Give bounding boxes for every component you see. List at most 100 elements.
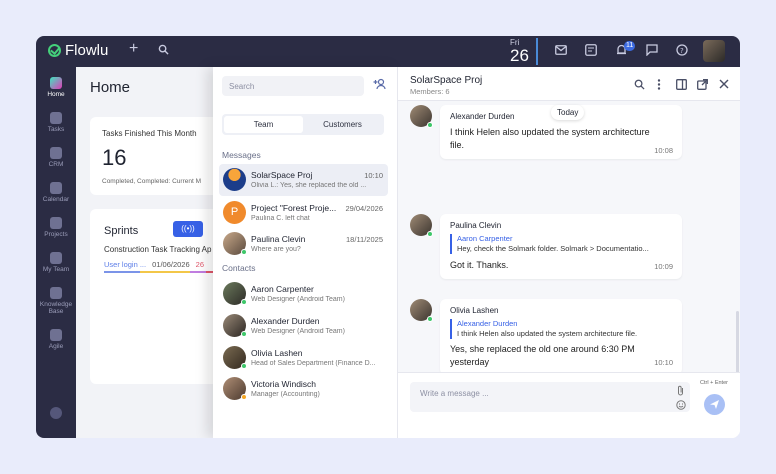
contact-role: Web Designer (Android Team) [251,328,345,335]
date-widget[interactable]: Fri 26 [510,38,529,64]
sidebar-item-label: Projects [44,231,68,238]
app-window: Flowlu + Fri 26 11 ? Home Tasks CRM Cale… [36,36,740,438]
sidebar-item-home[interactable]: Home [36,77,76,98]
chat-search-input[interactable]: Search [222,76,364,96]
author-avatar[interactable] [410,105,433,128]
conversation-title[interactable]: SolarSpace Proj [410,75,482,86]
message-bubble[interactable]: Olivia Lashen Alexander Durden I think H… [440,299,682,375]
message-time: 10:09 [654,262,673,271]
send-button[interactable] [704,394,725,415]
contact-item[interactable]: Aaron Carpenter Web Designer (Android Te… [219,278,388,310]
agile-icon [50,329,62,341]
chat-name: SolarSpace Proj [251,170,313,180]
sidebar-item-knowledge-base[interactable]: Knowledge Base [36,287,76,315]
sidebar-item-label: Home [47,91,65,98]
attach-icon[interactable] [677,385,684,398]
search-icon[interactable] [634,79,645,93]
sprint-name[interactable]: Construction Task Tracking Ap [104,245,211,254]
chat-name: Paulina Clevin [251,234,306,244]
side-panel-icon[interactable] [676,79,687,93]
sprint-end-date: 26 [195,260,204,269]
chat-time: 10:10 [364,171,383,180]
sidebar-item-calendar[interactable]: Calendar [36,182,76,203]
sprint-meta: User login ... 01/06/2026 26 [104,260,204,269]
knowledge-icon [50,287,62,299]
quoted-message[interactable]: Aaron Carpenter Hey, check the Solmark f… [450,234,672,254]
message-time: 10:10 [654,358,673,367]
chat-preview: Where are you? [251,246,301,253]
chat-item[interactable]: Paulina Clevin Where are you? 18/11/2025 [219,228,388,260]
logo-icon [48,44,61,57]
day-number: 26 [510,46,529,65]
progress-segment [140,271,190,273]
sprint-owner[interactable]: User login ... [104,260,146,269]
tasks-finished-card[interactable]: Tasks Finished This Month 16 Completed, … [90,117,220,195]
add-chat-icon[interactable] [373,78,386,93]
search-icon[interactable] [158,44,169,58]
sidebar-item-label: CRM [48,161,64,168]
mail-icon[interactable] [555,44,567,58]
sidebar-item-label: Tasks [47,126,65,133]
home-icon [50,77,62,89]
page-title: Home [90,79,131,96]
contacts-section-header: Contacts [222,263,256,273]
date-divider [536,38,538,65]
open-external-icon[interactable] [697,79,708,93]
tab-team[interactable]: Team [224,116,303,133]
card-subtitle: Completed, Completed: Current M [102,178,201,185]
help-icon[interactable]: ? [676,44,688,59]
contact-item[interactable]: Alexander Durden Web Designer (Android T… [219,310,388,342]
contact-item[interactable]: Olivia Lashen Head of Sales Department (… [219,342,388,374]
date-divider-badge: Today [551,105,585,120]
chat-preview: Olivia L.: Yes, she replaced the old ... [251,182,367,189]
message-bubble[interactable]: Paulina Clevin Aaron Carpenter Hey, chec… [440,214,682,279]
chat-item[interactable]: P Project "Forest Proje... Paulina C. le… [219,197,388,229]
notification-badge: 11 [624,41,636,51]
emoji-icon[interactable] [676,400,686,412]
contact-name: Victoria Windisch [251,379,317,389]
progress-segment [104,271,140,273]
plus-icon[interactable]: + [129,41,138,57]
chat-icon[interactable] [646,44,658,59]
sidebar-item-crm[interactable]: CRM [36,147,76,168]
chat-name: Project "Forest Proje... [251,203,337,213]
contact-name: Aaron Carpenter [251,284,314,294]
sidebar-item-my-team[interactable]: My Team [36,252,76,273]
sidebar-item-projects[interactable]: Projects [36,217,76,238]
sidebar-item-agile[interactable]: Agile [36,329,76,350]
author-avatar[interactable] [410,214,433,237]
more-options-icon[interactable] [657,79,661,93]
calendar-icon [50,182,62,194]
user-avatar[interactable] [703,40,725,62]
message-time: 10:08 [654,146,673,155]
sprints-card: Sprints ((•)) Construction Task Tracking… [90,209,220,384]
conversation-header: SolarSpace Proj Members: 6 [398,67,740,101]
notes-icon[interactable] [585,44,597,59]
quote-author: Aaron Carpenter [457,234,513,243]
chat-item[interactable]: SolarSpace Proj Olivia L.: Yes, she repl… [219,164,388,196]
quote-text: Hey, check the Solmark folder. Solmark >… [457,244,649,253]
author-avatar[interactable] [410,299,433,322]
sidebar-bottom-logo[interactable] [36,407,76,421]
app-logo[interactable]: Flowlu [48,42,108,59]
close-icon[interactable] [719,79,729,92]
tasks-count: 16 [102,145,127,170]
online-indicator [427,231,433,237]
tasks-icon [50,112,62,124]
sidebar-item-label: Knowledge Base [39,301,73,315]
quoted-message[interactable]: Alexander Durden I think Helen also upda… [450,319,672,339]
members-count[interactable]: Members: 6 [410,87,450,96]
chat-avatar [223,168,246,191]
sprint-broadcast-button[interactable]: ((•)) [173,221,203,237]
message-input[interactable]: Write a message ... [410,382,690,412]
team-icon [50,252,62,264]
sidebar-item-tasks[interactable]: Tasks [36,112,76,133]
main-sidebar: Home Tasks CRM Calendar Projects My Team… [36,67,76,438]
tab-customers[interactable]: Customers [303,116,382,133]
svg-text:?: ? [680,47,684,55]
portal-icon [50,407,62,419]
online-indicator [427,122,433,128]
message-author: Alexander Durden [450,112,515,121]
message-list[interactable]: Alexander Durden I think Helen also upda… [398,101,740,438]
contact-item[interactable]: Victoria Windisch Manager (Accounting) [219,373,388,405]
